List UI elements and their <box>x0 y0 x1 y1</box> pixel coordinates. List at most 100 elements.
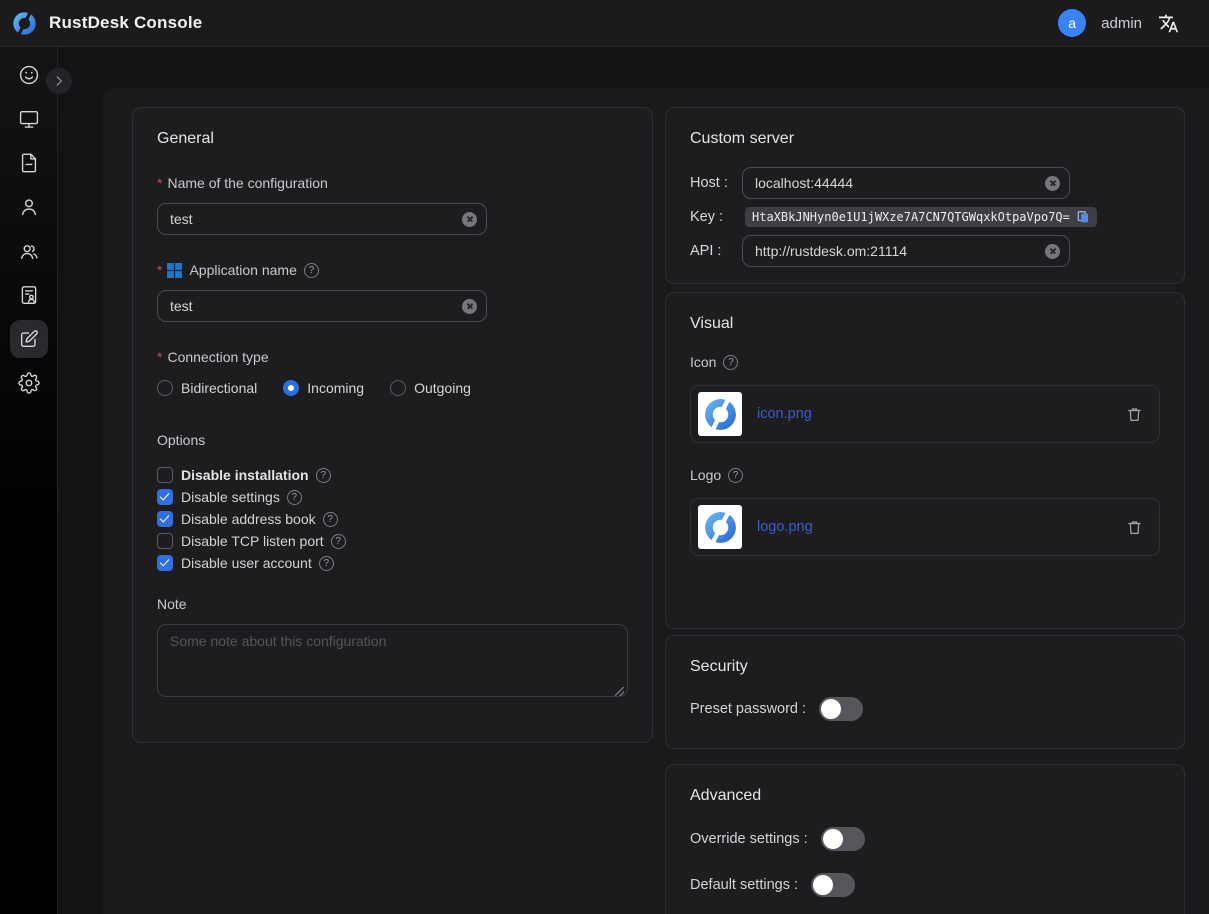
sidebar-expand-button[interactable] <box>46 68 72 94</box>
api-input-wrap <box>742 235 1070 267</box>
override-settings-row: Override settings : <box>690 827 1160 851</box>
checkbox-label: Disable installation <box>181 467 309 483</box>
checkbox-box[interactable] <box>157 489 173 505</box>
checkbox-label: Disable TCP listen port <box>181 533 324 549</box>
connection-type-radio-group: Bidirectional Incoming Outgoing <box>157 380 628 396</box>
help-icon[interactable]: ? <box>323 512 338 527</box>
radio-bidirectional[interactable]: Bidirectional <box>157 380 257 396</box>
radio-circle[interactable] <box>157 380 173 396</box>
checkbox-label: Disable user account <box>181 555 312 571</box>
sidebar-item-logs[interactable] <box>10 144 48 182</box>
icon-file-name[interactable]: icon.png <box>757 406 812 422</box>
sidebar-item-custom-client[interactable] <box>10 320 48 358</box>
host-input[interactable] <box>742 167 1070 199</box>
app-name-label: Application name <box>189 262 296 278</box>
user-avatar[interactable]: a <box>1058 9 1086 37</box>
preset-password-toggle[interactable] <box>819 697 863 721</box>
help-icon[interactable]: ? <box>287 490 302 505</box>
key-row: Key : HtaXBkJNHyn0e1U1jWXze7A7CN7QTGWqxk… <box>690 207 1160 227</box>
radio-circle[interactable] <box>283 380 299 396</box>
help-icon[interactable]: ? <box>728 468 743 483</box>
key-label: Key : <box>690 209 742 225</box>
advanced-title: Advanced <box>690 787 1160 805</box>
language-translate-icon[interactable] <box>1157 12 1179 34</box>
visual-title: Visual <box>690 315 1160 333</box>
checkbox-disable-settings[interactable]: Disable settings ? <box>157 489 628 505</box>
logo-file-name[interactable]: logo.png <box>757 519 813 535</box>
sidebar-item-address-book[interactable] <box>10 276 48 314</box>
required-asterisk: * <box>157 175 162 191</box>
windows-logo-icon <box>167 263 182 278</box>
default-settings-toggle[interactable] <box>811 873 855 897</box>
help-icon[interactable]: ? <box>723 355 738 370</box>
connection-type-label-row: * Connection type <box>157 349 628 365</box>
override-settings-toggle[interactable] <box>821 827 865 851</box>
app-title: RustDesk Console <box>49 13 202 33</box>
preset-password-label: Preset password : <box>690 701 806 717</box>
api-input[interactable] <box>742 235 1070 267</box>
app-name-label-row: * Application name ? <box>157 262 628 278</box>
monitor-icon <box>18 108 40 130</box>
api-row: API : <box>690 235 1160 267</box>
checkbox-label: Disable address book <box>181 511 316 527</box>
help-icon[interactable]: ? <box>316 468 331 483</box>
radio-outgoing[interactable]: Outgoing <box>390 380 471 396</box>
icon-file-row: icon.png <box>690 385 1160 443</box>
config-name-label: Name of the configuration <box>167 175 327 191</box>
clear-input-icon[interactable] <box>1045 176 1060 191</box>
logo-label: Logo <box>690 467 721 483</box>
checkbox-box[interactable] <box>157 533 173 549</box>
note-label: Note <box>157 596 628 612</box>
config-name-input[interactable] <box>157 203 487 235</box>
smiley-face-icon <box>18 64 40 86</box>
note-textarea[interactable] <box>157 624 628 697</box>
clear-input-icon[interactable] <box>462 299 477 314</box>
sidebar-item-groups[interactable] <box>10 232 48 270</box>
checkbox-box[interactable] <box>157 467 173 483</box>
security-title: Security <box>690 658 1160 676</box>
copy-icon[interactable] <box>1076 210 1090 224</box>
rustdesk-logo-icon <box>702 509 739 546</box>
general-card-title: General <box>157 130 628 148</box>
checkbox-box[interactable] <box>157 511 173 527</box>
host-label: Host : <box>690 175 742 191</box>
visual-card: Visual Icon ? icon.png Logo ? <box>665 292 1185 629</box>
clear-input-icon[interactable] <box>1045 244 1060 259</box>
radio-circle[interactable] <box>390 380 406 396</box>
api-label: API : <box>690 243 742 259</box>
sidebar-item-devices[interactable] <box>10 100 48 138</box>
document-icon <box>18 152 40 174</box>
default-settings-row: Default settings : <box>690 873 1160 897</box>
logo-file-thumbnail <box>698 505 742 549</box>
user-name[interactable]: admin <box>1101 15 1142 32</box>
clear-input-icon[interactable] <box>462 212 477 227</box>
radio-label: Outgoing <box>414 380 471 396</box>
server-key-chip: HtaXBkJNHyn0e1U1jWXze7A7CN7QTGWqxkOtpaVp… <box>745 207 1097 227</box>
sidebar-item-settings[interactable] <box>10 364 48 402</box>
checkbox-disable-tcp-listen-port[interactable]: Disable TCP listen port ? <box>157 533 628 549</box>
delete-logo-file-button[interactable] <box>1126 519 1143 536</box>
app-name-input[interactable] <box>157 290 487 322</box>
help-icon[interactable]: ? <box>331 534 346 549</box>
config-name-label-row: * Name of the configuration <box>157 175 628 191</box>
preset-password-row: Preset password : <box>690 697 1160 721</box>
radio-incoming[interactable]: Incoming <box>283 380 364 396</box>
sidebar-item-dashboard[interactable] <box>10 56 48 94</box>
checkbox-disable-address-book[interactable]: Disable address book ? <box>157 511 628 527</box>
sidebar-item-users[interactable] <box>10 188 48 226</box>
checkbox-disable-user-account[interactable]: Disable user account ? <box>157 555 628 571</box>
rustdesk-logo-icon <box>702 396 739 433</box>
help-icon[interactable]: ? <box>319 556 334 571</box>
checkbox-disable-installation[interactable]: Disable installation ? <box>157 467 628 483</box>
help-icon[interactable]: ? <box>304 263 319 278</box>
custom-server-title: Custom server <box>690 130 1160 148</box>
checkbox-box[interactable] <box>157 555 173 571</box>
delete-icon-file-button[interactable] <box>1126 406 1143 423</box>
rustdesk-logo-icon <box>11 10 38 37</box>
chevron-right-icon <box>52 74 66 88</box>
advanced-card: Advanced Override settings : Default set… <box>665 764 1185 914</box>
main-content-panel: General * Name of the configuration * Ap… <box>103 88 1209 914</box>
radio-label: Bidirectional <box>181 380 257 396</box>
host-input-wrap <box>742 167 1070 199</box>
config-name-input-wrap <box>157 203 487 235</box>
